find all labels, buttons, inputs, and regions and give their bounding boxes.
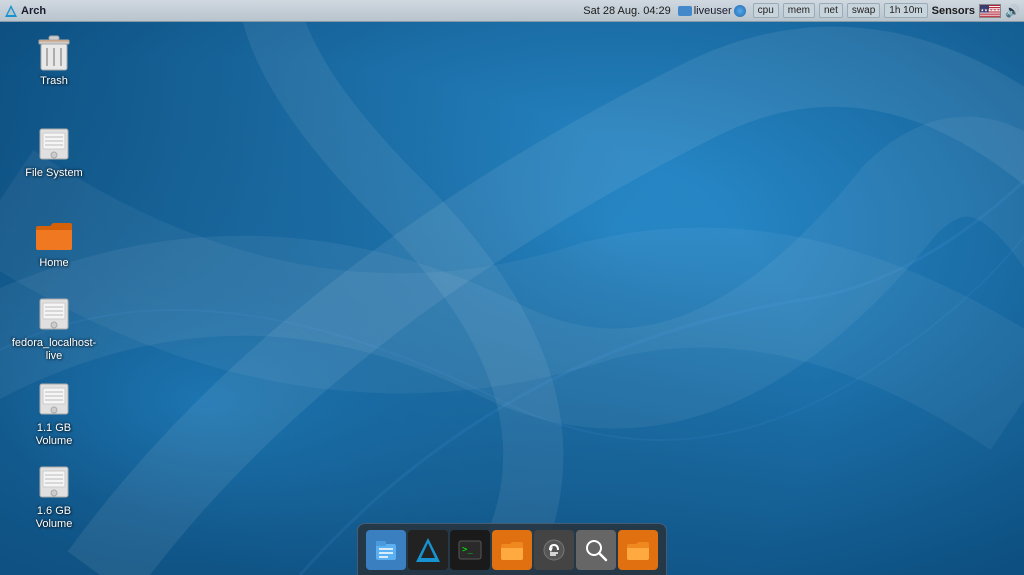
taskbar-search-button[interactable] [576, 530, 616, 570]
fedora-label: fedora_localhost-live [12, 337, 96, 363]
panel-left: Arch [0, 4, 46, 18]
flag-icon: ★★★★★★ [979, 4, 1001, 18]
volume1-label: 1.1 GB Volume [18, 422, 90, 448]
swap-badge[interactable]: swap [847, 3, 880, 18]
filesystem-icon-desktop[interactable]: File System [14, 120, 94, 184]
user-indicator[interactable]: liveuser [675, 4, 749, 18]
panel-datetime: Sat 28 Aug. 04:29 [583, 5, 670, 17]
fedora-icon-desktop[interactable]: fedora_localhost-live [10, 290, 98, 367]
panel-right: Sat 28 Aug. 04:29 liveuser cpu mem net s… [583, 3, 1024, 18]
volume2-label: 1.6 GB Volume [18, 505, 90, 531]
volume2-icon-desktop[interactable]: 1.6 GB Volume [14, 458, 94, 535]
time-badge[interactable]: 1h 10m [884, 3, 927, 18]
cpu-badge[interactable]: cpu [753, 3, 779, 18]
volume1-image [34, 379, 74, 419]
volume2-image [34, 462, 74, 502]
trash-label: Trash [40, 75, 68, 88]
taskbar-files-button[interactable] [366, 530, 406, 570]
filesystem-label: File System [25, 167, 82, 180]
volume-icon[interactable]: 🔊 [1005, 4, 1020, 18]
svg-text:>_: >_ [462, 545, 473, 555]
network-icon [734, 5, 746, 17]
home-image [34, 214, 74, 254]
desktop: Arch Sat 28 Aug. 04:29 liveuser cpu mem … [0, 0, 1024, 575]
net-badge[interactable]: net [819, 3, 843, 18]
home-label: Home [39, 257, 68, 270]
svg-text:★★★★★★: ★★★★★★ [981, 7, 1002, 12]
arch-label: Arch [21, 5, 46, 17]
username: liveuser [694, 5, 732, 17]
taskbar-backup-button[interactable] [534, 530, 574, 570]
filesystem-image [34, 124, 74, 164]
trash-image [34, 32, 74, 72]
sensors-label[interactable]: Sensors [932, 5, 975, 17]
volume1-icon-desktop[interactable]: 1.1 GB Volume [14, 375, 94, 452]
top-panel: Arch Sat 28 Aug. 04:29 liveuser cpu mem … [0, 0, 1024, 22]
home-icon-desktop[interactable]: Home [14, 210, 94, 274]
taskbar: >_ [357, 523, 667, 575]
mem-badge[interactable]: mem [783, 3, 815, 18]
arch-logo[interactable]: Arch [4, 4, 46, 18]
arch-icon [4, 4, 18, 18]
fedora-image [34, 294, 74, 334]
trash-icon-desktop[interactable]: Trash [14, 28, 94, 92]
taskbar-terminal-button[interactable]: >_ [450, 530, 490, 570]
taskbar-folder2-button[interactable] [618, 530, 658, 570]
taskbar-arch-button[interactable] [408, 530, 448, 570]
desktop-background [0, 0, 1024, 575]
monitor-icon [678, 6, 692, 16]
taskbar-folder-button[interactable] [492, 530, 532, 570]
